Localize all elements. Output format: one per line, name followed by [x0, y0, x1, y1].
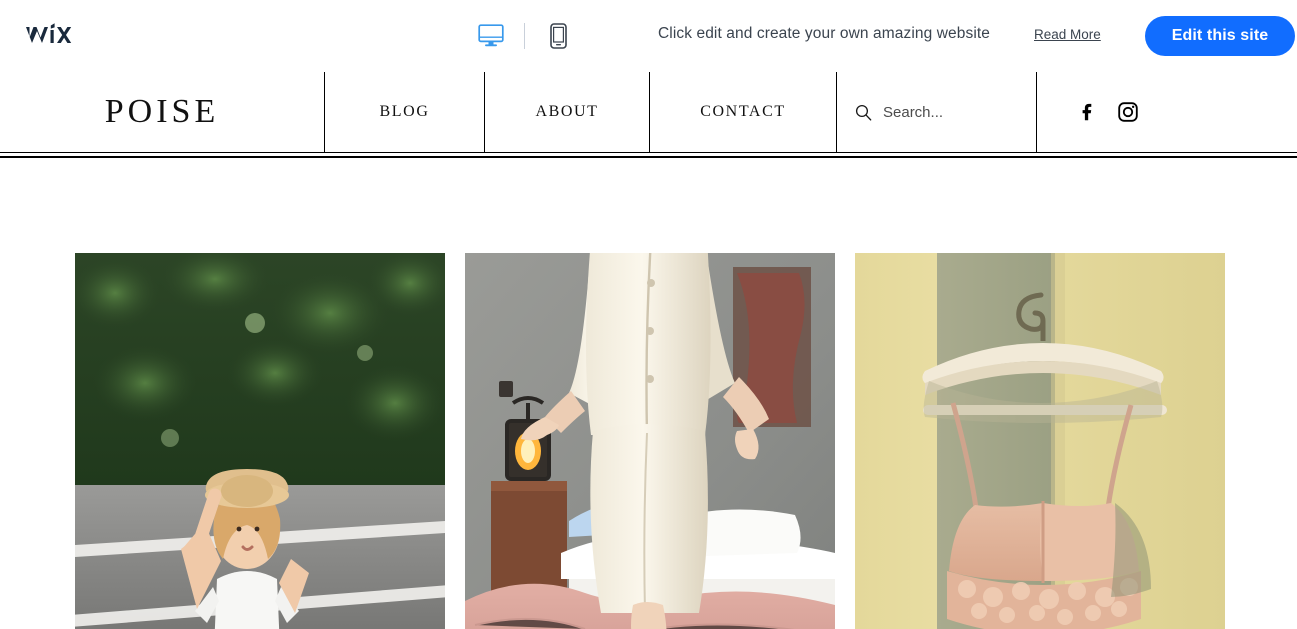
gallery-photo-1[interactable]	[75, 253, 445, 629]
instagram-icon[interactable]	[1117, 101, 1139, 123]
desktop-view-button[interactable]	[470, 15, 512, 57]
device-view-toggle	[470, 15, 579, 57]
gallery-photo-3[interactable]	[855, 253, 1225, 629]
photo-gallery	[0, 158, 1297, 629]
device-toggle-divider	[524, 23, 525, 49]
nav-item-blog[interactable]: BLOG	[325, 72, 485, 152]
nav-item-label: CONTACT	[700, 103, 786, 120]
mobile-icon	[549, 23, 567, 49]
social-links	[1037, 72, 1297, 152]
site-header: POISE BLOG ABOUT CONTACT	[0, 72, 1297, 158]
brand-title: POISE	[104, 93, 220, 130]
nav-item-contact[interactable]: CONTACT	[650, 72, 837, 152]
search-icon	[855, 104, 872, 121]
nav-item-about[interactable]: ABOUT	[485, 72, 650, 152]
site-navigation: POISE BLOG ABOUT CONTACT	[0, 72, 1297, 152]
promo-text: Click edit and create your own amazing w…	[658, 25, 990, 42]
header-divider-top	[0, 152, 1297, 153]
read-more-link[interactable]: Read More	[1034, 27, 1101, 42]
desktop-icon	[478, 24, 504, 47]
gallery-photo-2[interactable]	[465, 253, 835, 629]
wix-editor-toolbar: Click edit and create your own amazing w…	[0, 0, 1297, 86]
mobile-view-button[interactable]	[537, 15, 579, 57]
nav-item-label: BLOG	[379, 103, 430, 120]
edit-this-site-button[interactable]: Edit this site	[1145, 16, 1295, 56]
search-input[interactable]	[883, 103, 1013, 121]
wix-logo[interactable]	[24, 19, 86, 49]
site-search[interactable]	[837, 72, 1037, 152]
facebook-icon[interactable]	[1077, 101, 1099, 123]
nav-item-label: ABOUT	[535, 103, 599, 120]
site-brand[interactable]: POISE	[0, 72, 325, 152]
